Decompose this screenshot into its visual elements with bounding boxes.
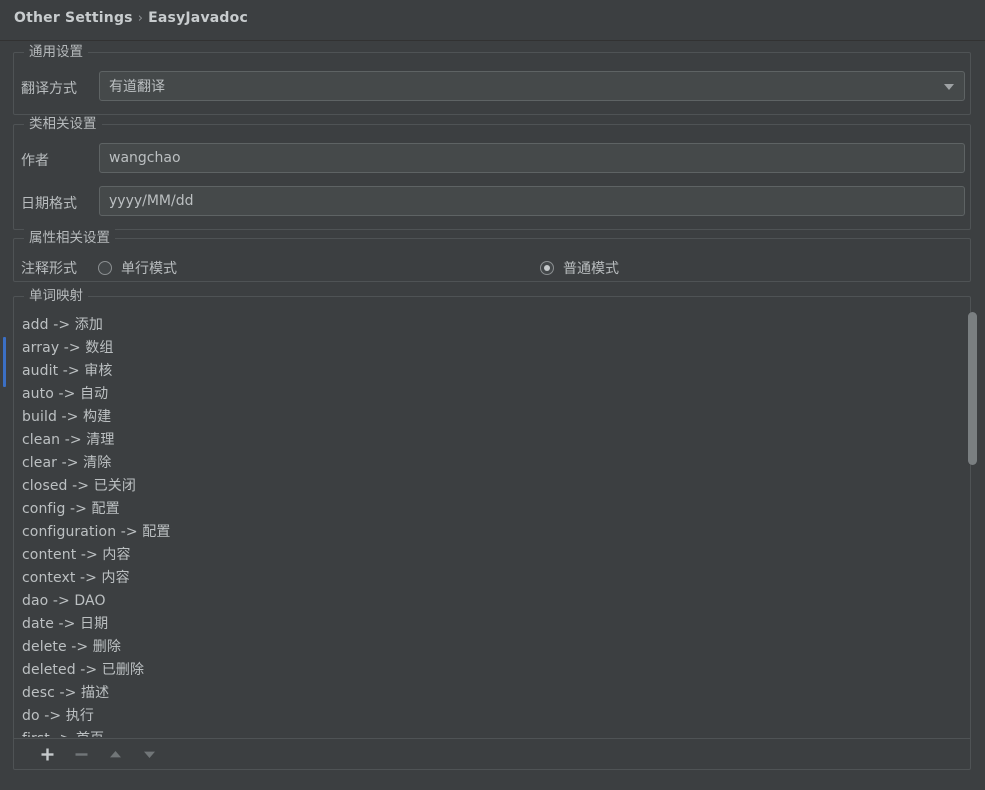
author-input[interactable]: wangchao: [99, 143, 965, 173]
list-item[interactable]: content -> 内容: [14, 544, 970, 567]
arrow-down-icon: [142, 747, 157, 762]
list-item[interactable]: config -> 配置: [14, 498, 970, 521]
date-format-input[interactable]: yyyy/MM/dd: [99, 186, 965, 216]
move-up-button: [98, 741, 132, 767]
window-bottom-padding: [0, 770, 985, 790]
chevron-down-icon[interactable]: [944, 84, 954, 90]
list-item[interactable]: configuration -> 配置: [14, 521, 970, 544]
remove-row-button: [64, 741, 98, 767]
word-mapping-scrollbar[interactable]: [968, 312, 977, 736]
radio-circle-selected-icon: [540, 261, 554, 275]
list-item[interactable]: array -> 数组: [14, 337, 970, 360]
list-item[interactable]: build -> 构建: [14, 406, 970, 429]
word-mapping-list[interactable]: add -> 添加 array -> 数组 audit -> 审核 auto -> 自…: [14, 307, 970, 737]
list-item[interactable]: auto -> 自动: [14, 383, 970, 406]
date-format-label: 日期格式: [21, 196, 77, 212]
word-mapping-list-body: add -> 添加 array -> 数组 audit -> 审核 auto -> 自…: [14, 314, 970, 737]
list-item[interactable]: deleted -> 已删除: [14, 659, 970, 682]
translator-label: 翻译方式: [21, 81, 77, 97]
selection-accent-stripe: [3, 337, 6, 387]
list-item[interactable]: desc -> 描述: [14, 682, 970, 705]
radio-single-line-mode-label: 单行模式: [121, 261, 177, 277]
move-down-button: [132, 741, 166, 767]
list-item[interactable]: audit -> 审核: [14, 360, 970, 383]
list-item[interactable]: closed -> 已关闭: [14, 475, 970, 498]
field-settings-group-title: 属性相关设置: [24, 229, 115, 247]
radio-circle-icon: [98, 261, 112, 275]
list-item[interactable]: add -> 添加: [14, 314, 970, 337]
class-settings-group-title: 类相关设置: [24, 115, 102, 133]
list-item[interactable]: clean -> 清理: [14, 429, 970, 452]
settings-window: Other Settings › EasyJavadoc 通用设置 翻译方式 有道翻…: [0, 0, 985, 790]
add-row-button[interactable]: [30, 741, 64, 767]
list-item[interactable]: do -> 执行: [14, 705, 970, 728]
breadcrumb: Other Settings › EasyJavadoc: [14, 10, 248, 26]
general-settings-group-title: 通用设置: [24, 43, 88, 61]
comment-mode-label: 注释形式: [21, 261, 77, 277]
radio-normal-mode-label: 普通模式: [563, 261, 619, 277]
breadcrumb-parent[interactable]: Other Settings: [14, 10, 133, 26]
plus-icon: [40, 747, 55, 762]
list-item[interactable]: clear -> 清除: [14, 452, 970, 475]
author-label: 作者: [21, 153, 49, 169]
radio-single-line-mode[interactable]: 单行模式: [98, 258, 177, 278]
scrollbar-thumb[interactable]: [968, 312, 977, 465]
breadcrumb-current: EasyJavadoc: [148, 10, 248, 26]
minus-icon: [74, 747, 89, 762]
window-header: Other Settings › EasyJavadoc: [0, 0, 985, 41]
word-mapping-group-title: 单词映射: [24, 287, 88, 305]
translator-value: 有道翻译: [109, 79, 165, 95]
translator-select[interactable]: 有道翻译: [99, 71, 965, 101]
list-item[interactable]: dao -> DAO: [14, 590, 970, 613]
date-format-value: yyyy/MM/dd: [109, 193, 194, 209]
list-item[interactable]: first -> 首页: [14, 728, 970, 737]
author-value: wangchao: [109, 150, 181, 166]
list-item[interactable]: context -> 内容: [14, 567, 970, 590]
list-item[interactable]: date -> 日期: [14, 613, 970, 636]
list-item[interactable]: delete -> 删除: [14, 636, 970, 659]
radio-normal-mode[interactable]: 普通模式: [540, 258, 619, 278]
arrow-up-icon: [108, 747, 123, 762]
breadcrumb-separator-icon: ›: [137, 11, 144, 26]
word-mapping-toolbar: [14, 738, 970, 769]
